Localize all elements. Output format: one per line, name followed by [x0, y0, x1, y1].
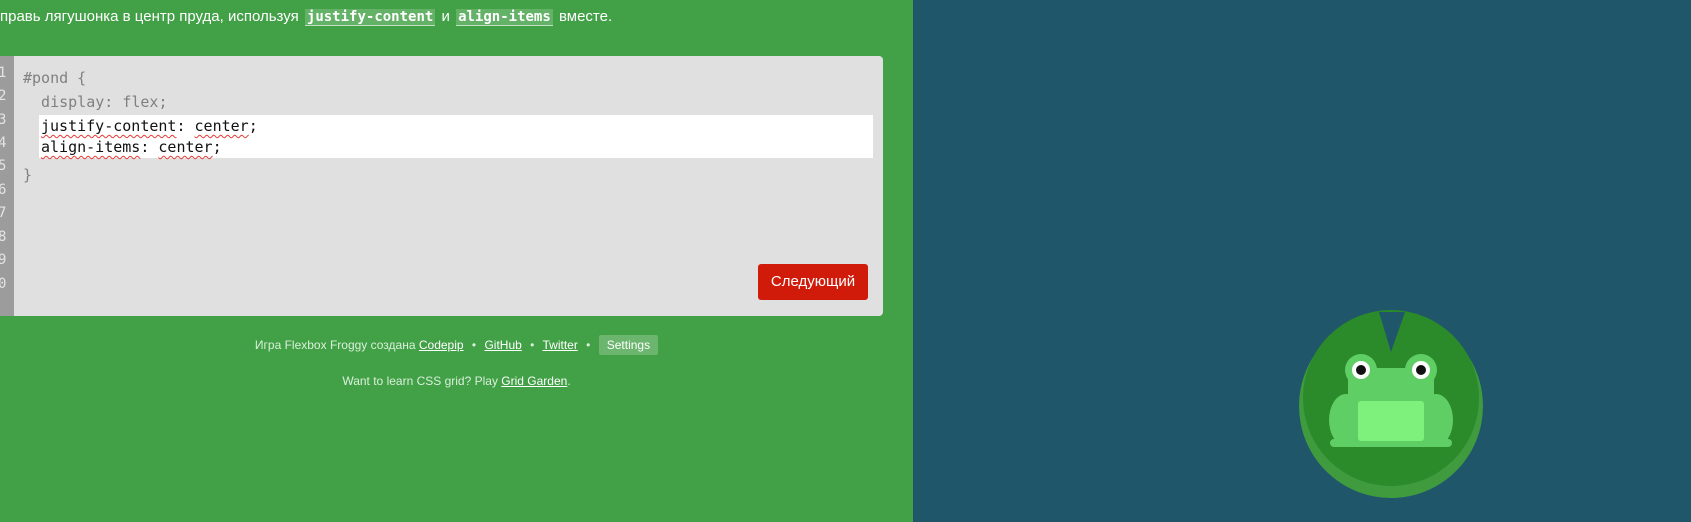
instructions-middle: и [441, 8, 450, 25]
line-number: 4 [0, 135, 7, 151]
property-justify-content: justify-content [41, 117, 177, 135]
frog-belly [1358, 401, 1424, 441]
twitter-link[interactable]: Twitter [542, 338, 577, 352]
semicolon: ; [248, 117, 258, 135]
instructions-code-align-items: align-items [456, 9, 553, 26]
green-frog-icon [1299, 310, 1483, 498]
line-number: 5 [0, 158, 7, 174]
lilypad-with-frog [1295, 310, 1487, 502]
line-number: 8 [0, 229, 7, 245]
grid-promo-text: Want to learn CSS grid? Play [342, 374, 498, 388]
codepip-link[interactable]: Codepip [419, 338, 464, 352]
grid-garden-link[interactable]: Grid Garden [501, 374, 567, 388]
frog-right-pupil [1416, 365, 1426, 375]
code-line-display: display: flex; [23, 93, 168, 111]
instructions-suffix: вместе. [558, 8, 613, 25]
answer-line-justify: justify-content: center; [41, 115, 258, 137]
answer-textarea[interactable]: justify-content: center; align-items: ce… [39, 115, 873, 158]
sidebar: правь лягушонка в центр пруда, используя… [0, 0, 913, 522]
line-number-gutter: 1 2 3 4 5 6 7 8 9 0 [0, 56, 14, 316]
code-line-closing-brace: } [23, 166, 33, 184]
grid-promo-period: . [567, 374, 571, 388]
line-number: 9 [0, 252, 7, 268]
separator: • [530, 338, 535, 352]
line-number: 7 [0, 205, 7, 221]
semicolon: ; [212, 138, 222, 156]
line-number: 6 [0, 182, 7, 198]
line-number: 3 [0, 112, 7, 128]
colon: : [176, 117, 195, 135]
colon: : [140, 138, 159, 156]
value-center: center [158, 138, 213, 156]
frog-left-pupil [1356, 365, 1366, 375]
code-line-selector: #pond { [23, 69, 87, 87]
credit-text: Игра Flexbox Froggy создана [254, 338, 416, 352]
next-level-button[interactable]: Следующий [758, 264, 868, 300]
instructions-prefix: правь лягушонка в центр пруда, используя [0, 8, 299, 25]
settings-button[interactable]: Settings [598, 335, 659, 355]
value-center: center [194, 117, 249, 135]
credits: Игра Flexbox Froggy создана Codepip • Gi… [0, 335, 913, 355]
level-instructions: правь лягушонка в центр пруда, используя… [0, 6, 612, 28]
github-link[interactable]: GitHub [484, 338, 521, 352]
property-align-items: align-items [41, 138, 141, 156]
separator: • [471, 338, 477, 352]
line-number: 2 [0, 88, 7, 104]
grid-garden-promo: Want to learn CSS grid? Play Grid Garden… [0, 372, 913, 390]
answer-line-align: align-items: center; [41, 136, 222, 158]
line-number: 1 [0, 65, 7, 81]
instructions-code-justify-content: justify-content [304, 9, 436, 26]
line-number: 0 [0, 276, 7, 292]
css-editor: 1 2 3 4 5 6 7 8 9 0 #pond { display: fle… [0, 56, 883, 316]
separator: • [586, 338, 591, 352]
